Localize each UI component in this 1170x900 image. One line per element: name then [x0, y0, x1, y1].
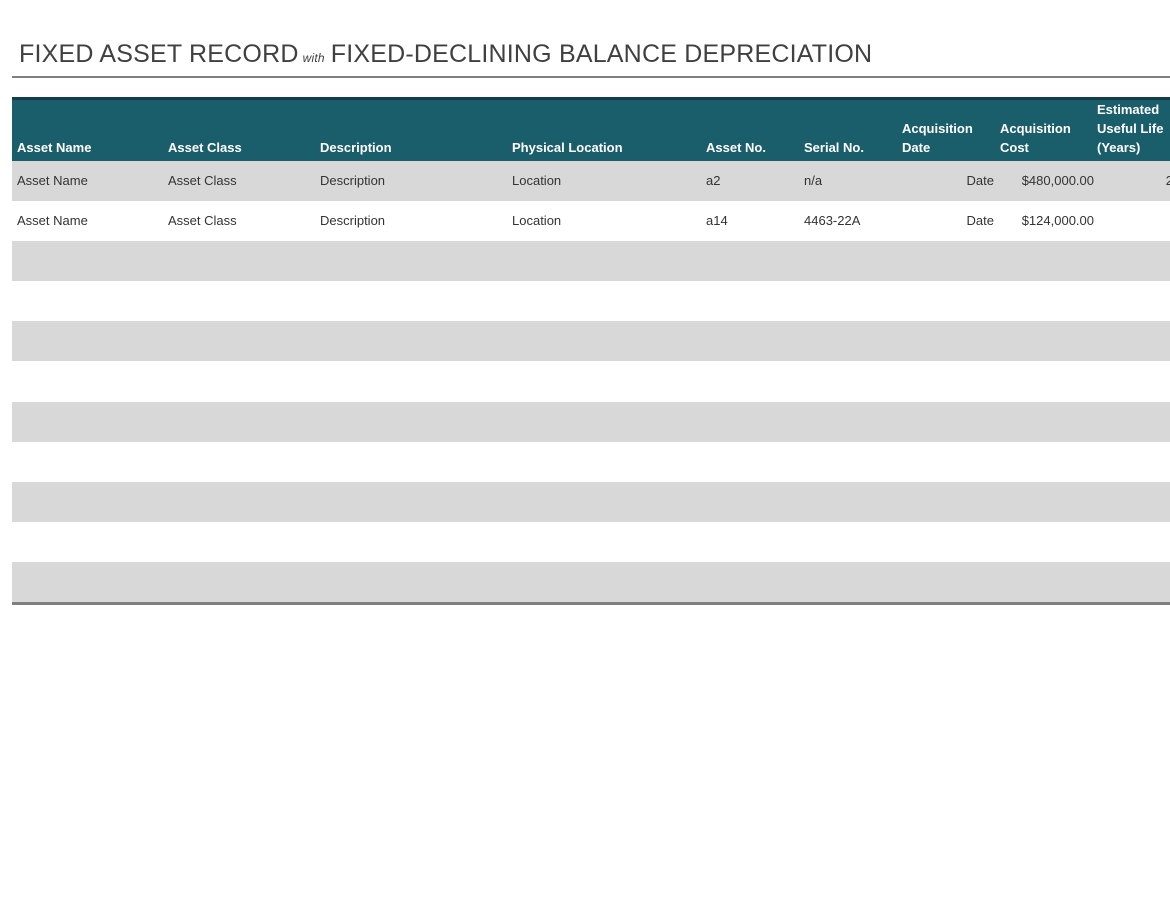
title-part-2: FIXED-DECLINING BALANCE DEPRECIATION — [330, 40, 873, 68]
cell-location[interactable]: Location — [512, 173, 561, 188]
cell-asset-name[interactable]: Asset Name — [17, 173, 88, 188]
empty-table-row[interactable] — [12, 361, 1170, 401]
table-row[interactable]: Asset Name Asset Class Description Locat… — [12, 161, 1170, 201]
header-acquisition-cost[interactable]: Acquisition Cost — [1000, 119, 1071, 157]
empty-table-row[interactable] — [12, 442, 1170, 482]
cell-asset-no[interactable]: a14 — [706, 213, 728, 228]
header-asset-no[interactable]: Asset No. — [706, 138, 766, 157]
header-acquisition-date[interactable]: Acquisition Date — [902, 119, 973, 157]
header-asset-class[interactable]: Asset Class — [168, 138, 242, 157]
cell-serial-no[interactable]: n/a — [804, 173, 822, 188]
header-physical-location[interactable]: Physical Location — [512, 138, 623, 157]
cell-useful-life[interactable]: 2 — [1097, 173, 1170, 188]
empty-table-row[interactable] — [12, 522, 1170, 562]
asset-table: Asset Name Asset Class Description Physi… — [12, 97, 1170, 605]
cell-acquisition-cost[interactable]: $124,000.00 — [1000, 213, 1094, 228]
cell-asset-name[interactable]: Asset Name — [17, 213, 88, 228]
header-description[interactable]: Description — [320, 138, 392, 157]
table-bottom-rule — [12, 602, 1170, 605]
cell-description[interactable]: Description — [320, 213, 385, 228]
empty-table-row[interactable] — [12, 482, 1170, 522]
empty-table-row[interactable] — [12, 241, 1170, 281]
empty-table-row[interactable] — [12, 402, 1170, 442]
table-row[interactable]: Asset Name Asset Class Description Locat… — [12, 201, 1170, 241]
title-bar: FIXED ASSET RECORD with FIXED-DECLINING BA… — [12, 36, 1170, 78]
cell-asset-class[interactable]: Asset Class — [168, 213, 237, 228]
cell-serial-no[interactable]: 4463-22A — [804, 213, 860, 228]
cell-acquisition-cost[interactable]: $480,000.00 — [1000, 173, 1094, 188]
cell-acquisition-date[interactable]: Date — [902, 213, 994, 228]
header-useful-life[interactable]: Estimated Useful Life (Years) — [1097, 100, 1163, 157]
cell-acquisition-date[interactable]: Date — [902, 173, 994, 188]
title-connector: with — [302, 51, 325, 65]
cell-asset-class[interactable]: Asset Class — [168, 173, 237, 188]
empty-table-row[interactable] — [12, 562, 1170, 602]
cell-location[interactable]: Location — [512, 213, 561, 228]
cell-asset-no[interactable]: a2 — [706, 173, 720, 188]
page-title: FIXED ASSET RECORD with FIXED-DECLINING BA… — [19, 40, 872, 69]
empty-table-row[interactable] — [12, 321, 1170, 361]
empty-table-row[interactable] — [12, 281, 1170, 321]
header-asset-name[interactable]: Asset Name — [17, 138, 91, 157]
cell-description[interactable]: Description — [320, 173, 385, 188]
title-part-1: FIXED ASSET RECORD — [19, 40, 299, 68]
table-header-row: Asset Name Asset Class Description Physi… — [12, 97, 1170, 161]
header-serial-no[interactable]: Serial No. — [804, 138, 864, 157]
